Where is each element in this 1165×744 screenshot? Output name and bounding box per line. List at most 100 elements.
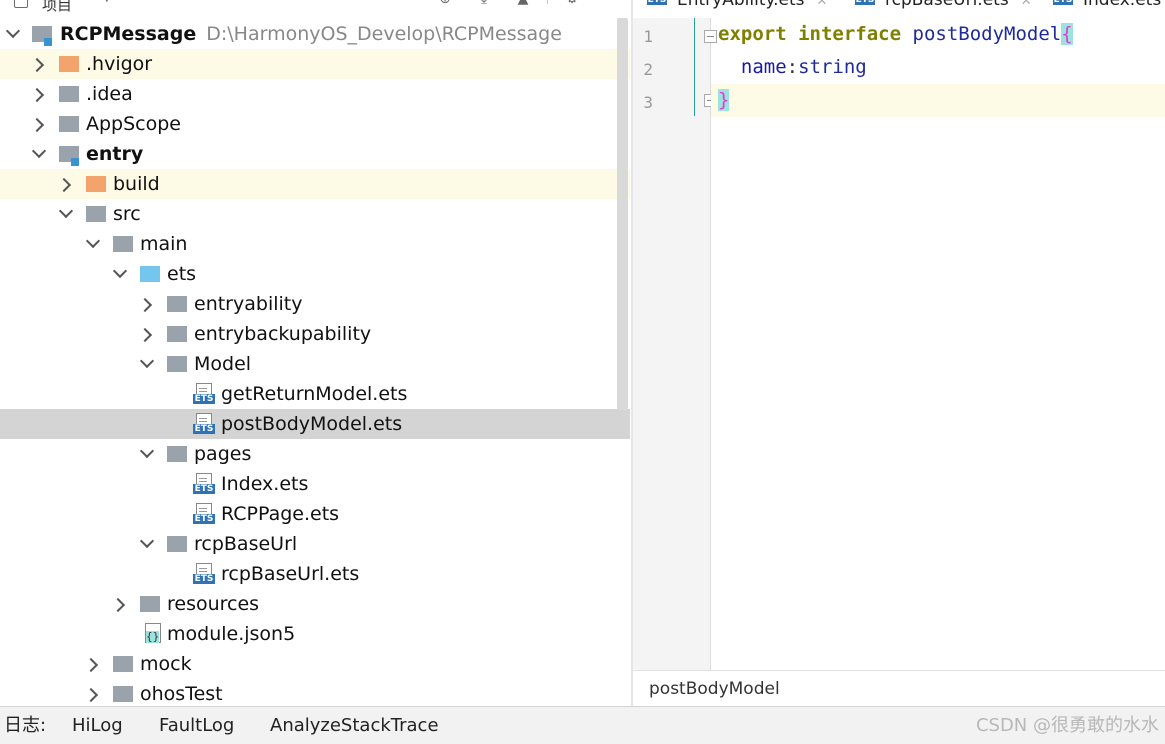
code-line-1[interactable]: export interface postBodyModel{ xyxy=(718,18,1073,51)
chevron-right-icon[interactable] xyxy=(29,87,45,103)
tree-row-root[interactable]: RCPMessage D:\HarmonyOS_Develop\RCPMessag… xyxy=(0,19,630,49)
folder-icon xyxy=(59,116,79,132)
folder-icon xyxy=(113,686,133,702)
chevron-down-icon[interactable] xyxy=(112,263,128,279)
ets-file-icon: ETS xyxy=(193,413,215,435)
chevron-right-icon[interactable] xyxy=(110,597,126,613)
chevron-down-icon[interactable] xyxy=(58,203,74,219)
tree-row-ets[interactable]: ets xyxy=(0,259,630,289)
module-badge-icon xyxy=(71,158,79,166)
tree-row-entry[interactable]: entry xyxy=(0,139,630,169)
tree-row-getreturnmodel[interactable]: ETS getReturnModel.ets xyxy=(0,379,630,409)
code-editor: ETS EntryAbility.ets ✕ ETS rcpBaseUrl.ets ✕ … xyxy=(633,0,1165,706)
chevron-down-icon[interactable]: ▼ xyxy=(103,0,111,4)
tree-row-pages[interactable]: pages xyxy=(0,439,630,469)
tree-item-label: src xyxy=(113,203,141,225)
folder-icon xyxy=(167,446,187,462)
chevron-down-icon[interactable] xyxy=(139,353,155,369)
chevron-right-icon[interactable] xyxy=(56,177,72,193)
tree-row-rcpbaseurl-file[interactable]: ETS rcpBaseUrl.ets xyxy=(0,559,630,589)
watermark: CSDN @很勇敢的水水 xyxy=(975,715,1159,736)
tree-item-label: resources xyxy=(167,593,260,615)
expand-icon[interactable]: ▲ xyxy=(515,0,531,6)
tree-row-index[interactable]: ETS Index.ets xyxy=(0,469,630,499)
tree-row-appscope[interactable]: AppScope xyxy=(0,109,630,139)
tree-row-src[interactable]: src xyxy=(0,199,630,229)
tree-item-label: Model xyxy=(194,353,252,375)
code-line-2[interactable]: name:string xyxy=(718,51,867,84)
tree-root-label: RCPMessage D:\HarmonyOS_Develop\RCPMessag… xyxy=(60,23,562,45)
chevron-right-icon[interactable] xyxy=(137,297,153,313)
code-keyword: export xyxy=(718,23,787,45)
tree-row-rcpbaseurl-folder[interactable]: rcpBaseUrl xyxy=(0,529,630,559)
tree-item-label: ets xyxy=(167,263,197,285)
gear-icon[interactable]: ⚙ xyxy=(564,0,580,6)
json-file-icon: {} xyxy=(143,623,163,645)
tree-row-resources[interactable]: resources xyxy=(0,589,630,619)
toolbar-separator xyxy=(547,0,548,4)
code-brace-close: } xyxy=(718,89,730,111)
chevron-right-icon[interactable] xyxy=(29,57,45,73)
tree-item-label: rcpBaseUrl.ets xyxy=(221,563,360,585)
line-number-gutter: 1 2 3 xyxy=(633,18,710,670)
tab-faultlog[interactable]: FaultLog xyxy=(159,707,234,744)
tree-item-label: RCPPage.ets xyxy=(221,503,340,525)
chevron-right-icon[interactable] xyxy=(83,657,99,673)
code-colon: : xyxy=(786,56,799,78)
tree-item-label: main xyxy=(140,233,188,255)
tab-analyzestacktrace[interactable]: AnalyzeStackTrace xyxy=(270,707,439,744)
tree-row-build[interactable]: build xyxy=(0,169,630,199)
editor-tab-bar: ETS EntryAbility.ets ✕ ETS rcpBaseUrl.ets ✕ … xyxy=(633,0,1165,18)
folder-icon xyxy=(86,176,106,192)
tab-hilog[interactable]: HiLog xyxy=(72,707,123,744)
chevron-down-icon[interactable] xyxy=(139,533,155,549)
tree-row-idea[interactable]: .idea xyxy=(0,79,630,109)
tab-rcpbaseurl[interactable]: ETS rcpBaseUrl.ets ✕ xyxy=(855,0,1032,18)
locate-icon[interactable]: ⊕ xyxy=(437,0,453,6)
chevron-down-icon[interactable] xyxy=(31,143,47,159)
project-icon xyxy=(14,0,28,8)
tree-item-label: .idea xyxy=(86,83,133,105)
tree-row-entrybackupability[interactable]: entrybackupability xyxy=(0,319,630,349)
tree-row-ohostest[interactable]: ohosTest xyxy=(0,679,630,706)
tree-row-model[interactable]: Model xyxy=(0,349,630,379)
folder-icon xyxy=(113,656,133,672)
ets-file-icon: ETS xyxy=(193,383,215,405)
chevron-down-icon[interactable] xyxy=(5,23,21,39)
tab-index[interactable]: ETS Index.ets xyxy=(1053,0,1161,18)
chevron-right-icon[interactable] xyxy=(29,117,45,133)
chevron-right-icon[interactable] xyxy=(83,687,99,703)
ets-file-icon: ETS xyxy=(1053,0,1073,5)
tree-item-label: getReturnModel.ets xyxy=(221,383,408,405)
fold-open-icon[interactable] xyxy=(704,30,717,43)
editor-breadcrumb[interactable]: postBodyModel xyxy=(633,670,1165,706)
code-brace-open: { xyxy=(1061,23,1073,45)
chevron-down-icon[interactable] xyxy=(85,233,101,249)
tree-item-label: AppScope xyxy=(86,113,181,135)
tree-row-module-json5[interactable]: {} module.json5 xyxy=(0,619,630,649)
tree-row-postbodymodel[interactable]: ETS postBodyModel.ets xyxy=(0,409,630,439)
tree-item-label: build xyxy=(113,173,160,195)
ets-file-icon: ETS xyxy=(193,563,215,585)
tree-item-label: .hvigor xyxy=(86,53,153,75)
tree-scrollbar[interactable] xyxy=(617,18,628,410)
tree-row-main[interactable]: main xyxy=(0,229,630,259)
tab-label: rcpBaseUrl.ets xyxy=(885,0,1009,10)
close-icon[interactable]: ✕ xyxy=(1021,0,1032,9)
tree-row-rcppage[interactable]: ETS RCPPage.ets xyxy=(0,499,630,529)
line-number: 2 xyxy=(643,60,653,79)
tree-item-label: ohosTest xyxy=(140,683,223,705)
folder-icon xyxy=(140,596,160,612)
chevron-right-icon[interactable] xyxy=(137,327,153,343)
source-folder-icon xyxy=(140,266,160,282)
close-icon[interactable]: ✕ xyxy=(817,0,828,9)
tab-entryability[interactable]: ETS EntryAbility.ets ✕ xyxy=(647,0,827,18)
code-line-3[interactable]: } xyxy=(718,84,730,117)
project-panel-title[interactable]: 项目 xyxy=(42,0,72,15)
collapse-all-icon[interactable]: ⤓ xyxy=(476,0,492,6)
tree-row-hvigor[interactable]: .hvigor xyxy=(0,49,630,79)
chevron-down-icon[interactable] xyxy=(139,443,155,459)
tree-item-label: mock xyxy=(140,653,192,675)
tree-row-mock[interactable]: mock xyxy=(0,649,630,679)
tree-row-entryability[interactable]: entryability xyxy=(0,289,630,319)
